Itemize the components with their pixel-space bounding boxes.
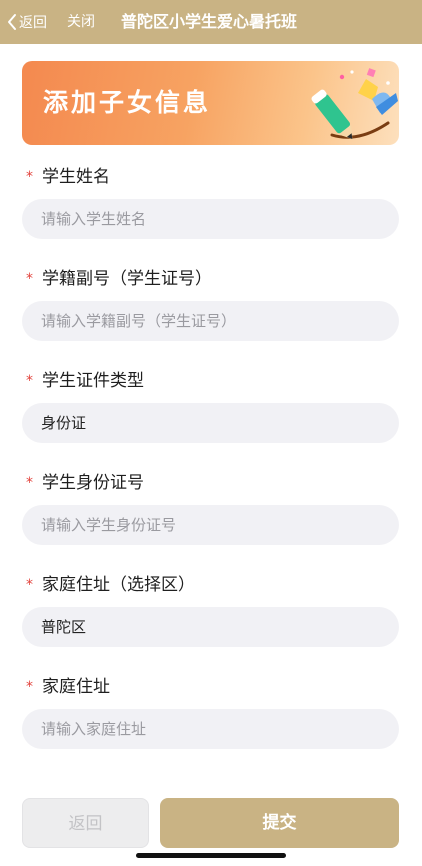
nav-back-button[interactable]: 返回: [6, 11, 47, 33]
page-title: 普陀区小学生爱心暑托班: [121, 12, 298, 31]
address-label: * 家庭住址: [26, 677, 110, 697]
home-indicator: [136, 853, 286, 858]
stationery-illustration-icon: [311, 68, 398, 140]
required-mark: *: [26, 475, 33, 491]
back-button[interactable]: 返回: [22, 798, 149, 848]
top-nav-bar: 返回 关闭 普陀区小学生爱心暑托班: [0, 0, 422, 44]
id-type-select[interactable]: 身份证: [22, 403, 399, 443]
student-name-input[interactable]: 请输入学生姓名: [22, 199, 399, 239]
required-mark: *: [26, 577, 33, 593]
nav-back-label: 返回: [19, 15, 47, 31]
address-input[interactable]: 请输入家庭住址: [22, 709, 399, 749]
student-number-label: * 学籍副号（学生证号）: [26, 269, 212, 289]
submit-button[interactable]: 提交: [160, 798, 399, 848]
id-number-label: * 学生身份证号: [26, 473, 144, 493]
required-mark: *: [26, 169, 33, 185]
student-number-input[interactable]: 请输入学籍副号（学生证号）: [22, 301, 399, 341]
nav-close-button[interactable]: 关闭: [67, 11, 95, 33]
add-child-banner: 添加子女信息: [22, 61, 399, 145]
student-name-label: * 学生姓名: [26, 167, 110, 187]
district-select[interactable]: 普陀区: [22, 607, 399, 647]
district-label: * 家庭住址（选择区）: [26, 575, 195, 595]
required-mark: *: [26, 271, 33, 287]
id-number-input[interactable]: 请输入学生身份证号: [22, 505, 399, 545]
required-mark: *: [26, 373, 33, 389]
id-type-label: * 学生证件类型: [26, 371, 144, 391]
banner-title: 添加子女信息: [43, 88, 212, 117]
required-mark: *: [26, 679, 33, 695]
chevron-left-icon: [8, 14, 16, 30]
